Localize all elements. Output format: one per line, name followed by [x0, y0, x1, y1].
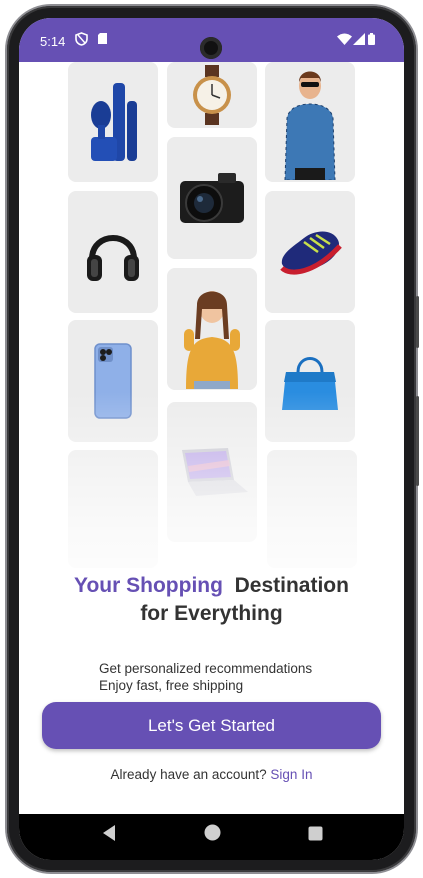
product-tile-sneaker [265, 191, 355, 313]
razor-icon [91, 83, 137, 161]
headphones-icon [87, 235, 139, 281]
headline: Your Shopping Destination for Everything [19, 572, 404, 628]
battery-icon [368, 33, 375, 48]
desc-line-2: Enjoy fast, free shipping [99, 678, 244, 693]
sign-in-link[interactable]: Sign In [270, 767, 312, 782]
headline-part1: Destination [234, 574, 349, 597]
product-tile-wristwatch [167, 62, 257, 128]
desc-line-1: Get personalized recommendations [99, 661, 313, 676]
description: Get personalized recommendations Enjoy f… [99, 660, 312, 694]
recents-icon[interactable] [308, 825, 323, 846]
phone-frame: 5:14 Your Shopping Destination for Every… [7, 6, 419, 872]
signin-prompt: Already have an account? [110, 767, 267, 782]
product-tile-man-in-shirt [265, 62, 355, 182]
sd-card-icon [97, 32, 108, 48]
back-icon[interactable] [101, 824, 117, 847]
person-icon [184, 291, 240, 389]
front-camera [200, 37, 222, 59]
product-tile-headphones [68, 191, 158, 313]
shoe-icon [280, 231, 342, 275]
watch-icon [193, 65, 231, 125]
product-tile-woman-smiling [167, 268, 257, 390]
product-tile-camera [167, 137, 257, 259]
navigation-bar [19, 814, 404, 860]
onboarding-content: Your Shopping Destination for Everything… [19, 62, 404, 814]
headline-accent: Your Shopping [74, 574, 223, 597]
wifi-icon [337, 33, 352, 48]
person-icon [284, 71, 336, 180]
status-time: 5:14 [40, 34, 66, 49]
screen: 5:14 Your Shopping Destination for Every… [19, 18, 404, 860]
product-tile-shaving-kit [68, 62, 158, 182]
camera-icon [180, 173, 244, 223]
signal-icon [353, 33, 365, 48]
power-button [416, 296, 419, 348]
status-bar: 5:14 [19, 18, 404, 62]
signin-row: Already have an account? Sign In [19, 767, 404, 782]
shield-icon [75, 32, 88, 49]
home-icon[interactable] [204, 824, 221, 846]
headline-line2: for Everything [140, 602, 283, 625]
volume-button [416, 396, 419, 486]
get-started-button[interactable]: Let's Get Started [42, 702, 381, 749]
